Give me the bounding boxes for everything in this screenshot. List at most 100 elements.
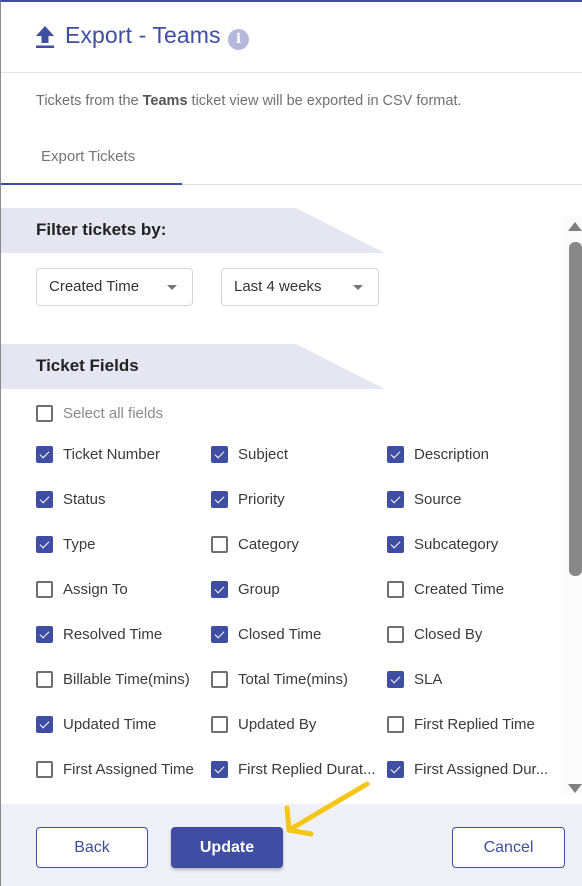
cancel-button[interactable]: Cancel — [452, 827, 565, 868]
scroll-down-arrow-icon[interactable] — [568, 784, 582, 793]
dialog-title: Export - Teams — [65, 22, 221, 48]
field-checkbox-label: SLA — [414, 670, 443, 688]
field-checkbox[interactable]: Billable Time(mins) — [36, 669, 190, 689]
checkbox-icon — [387, 625, 404, 643]
checkbox-checked-icon — [211, 580, 228, 598]
checkbox-checked-icon — [36, 625, 53, 643]
field-checkbox-label: Type — [63, 535, 96, 553]
field-checkbox[interactable]: Created Time — [387, 579, 504, 599]
field-checkbox[interactable]: Updated By — [211, 714, 316, 734]
checkbox-checked-icon — [387, 445, 404, 463]
checkbox-icon — [36, 404, 53, 422]
field-checkbox[interactable]: Priority — [211, 489, 285, 509]
ticket-fields-heading: Ticket Fields — [36, 356, 139, 375]
field-checkbox-label: Closed Time — [238, 625, 322, 643]
checkbox-checked-icon — [387, 760, 404, 778]
field-checkbox-label: Created Time — [414, 580, 505, 598]
chevron-down-icon — [167, 285, 177, 290]
tab-bar: Export Tickets — [1, 136, 582, 185]
scroll-up-arrow-icon[interactable] — [568, 222, 582, 231]
filter-range-select[interactable]: Last 4 weeks — [221, 268, 379, 306]
field-checkbox-label: Description — [414, 445, 490, 463]
checkbox-icon — [36, 580, 53, 598]
export-dialog: Export - Teams i Tickets from the Teams … — [0, 0, 582, 886]
field-checkbox[interactable]: Closed Time — [211, 624, 321, 644]
checkbox-checked-icon — [387, 535, 404, 553]
field-checkbox[interactable]: First Assigned Time — [36, 759, 194, 779]
field-checkbox[interactable]: Resolved Time — [36, 624, 162, 644]
view-name: Teams — [142, 93, 188, 109]
field-checkbox-label: Source — [414, 490, 462, 508]
field-checkbox[interactable]: Category — [211, 534, 299, 554]
select-all-checkbox[interactable]: Select all fields — [36, 403, 163, 423]
field-checkbox-label: First Assigned Dur... — [414, 760, 549, 778]
field-checkbox[interactable]: Closed By — [387, 624, 482, 644]
checkbox-icon — [211, 535, 228, 553]
checkbox-checked-icon — [387, 490, 404, 508]
field-checkbox-label: Category — [238, 535, 299, 553]
checkbox-checked-icon — [36, 445, 53, 463]
field-checkbox-label: Resolved Time — [63, 625, 163, 643]
field-checkbox-label: Updated By — [238, 715, 317, 733]
field-checkbox[interactable]: Subcategory — [387, 534, 498, 554]
field-checkbox[interactable]: Group — [211, 579, 280, 599]
field-checkbox-label: Group — [238, 580, 280, 598]
field-checkbox-label: First Replied Time — [414, 715, 535, 733]
field-checkbox[interactable]: Total Time(mins) — [211, 669, 348, 689]
field-checkbox-label: Updated Time — [63, 715, 157, 733]
field-checkbox-label: Assign To — [63, 580, 128, 598]
field-checkbox-label: Subcategory — [414, 535, 499, 553]
scrollbar-thumb[interactable] — [569, 242, 582, 576]
checkbox-icon — [387, 715, 404, 733]
upload-icon — [36, 26, 54, 48]
info-icon[interactable]: i — [228, 29, 249, 50]
field-checkbox[interactable]: Assign To — [36, 579, 128, 599]
export-description: Tickets from the Teams ticket view will … — [36, 93, 462, 109]
field-checkbox-label: First Replied Durat... — [238, 760, 376, 778]
field-checkbox[interactable]: Source — [387, 489, 462, 509]
field-checkbox[interactable]: Status — [36, 489, 106, 509]
field-checkbox[interactable]: Ticket Number — [36, 444, 160, 464]
checkbox-icon — [36, 760, 53, 778]
field-checkbox[interactable]: First Replied Durat... — [211, 759, 376, 779]
chevron-down-icon — [353, 285, 363, 290]
field-checkbox-label: Billable Time(mins) — [63, 670, 190, 688]
field-checkbox[interactable]: Subject — [211, 444, 288, 464]
field-checkbox-label: Closed By — [414, 625, 483, 643]
field-checkbox-label: Ticket Number — [63, 445, 160, 463]
back-button[interactable]: Back — [36, 827, 148, 868]
ticket-fields-section-header: Ticket Fields — [1, 344, 385, 389]
vertical-scrollbar[interactable] — [563, 216, 582, 796]
field-checkbox[interactable]: SLA — [387, 669, 442, 689]
dialog-footer: Back Update Cancel — [1, 804, 582, 886]
update-button[interactable]: Update — [171, 827, 283, 868]
checkbox-checked-icon — [387, 670, 404, 688]
checkbox-checked-icon — [211, 445, 228, 463]
field-checkbox[interactable]: Updated Time — [36, 714, 156, 734]
filter-section-header: Filter tickets by: — [1, 208, 385, 253]
tab-export-tickets[interactable]: Export Tickets — [1, 136, 182, 185]
field-checkbox-label: Total Time(mins) — [238, 670, 349, 688]
field-checkbox-label: Priority — [238, 490, 285, 508]
checkbox-checked-icon — [36, 535, 53, 553]
checkbox-checked-icon — [211, 490, 228, 508]
checkbox-icon — [36, 670, 53, 688]
filter-field-select[interactable]: Created Time — [36, 268, 193, 306]
filter-heading: Filter tickets by: — [36, 220, 167, 239]
field-checkbox[interactable]: Description — [387, 444, 489, 464]
field-checkbox-label: Status — [63, 490, 106, 508]
checkbox-checked-icon — [211, 760, 228, 778]
dialog-header: Export - Teams i — [1, 2, 582, 73]
checkbox-icon — [211, 715, 228, 733]
checkbox-checked-icon — [36, 715, 53, 733]
export-form-scroll-area: Filter tickets by: Created Time Last 4 w… — [1, 186, 582, 804]
field-checkbox[interactable]: First Assigned Dur... — [387, 759, 548, 779]
field-checkbox[interactable]: First Replied Time — [387, 714, 535, 734]
field-checkbox-label: Subject — [238, 445, 289, 463]
checkbox-checked-icon — [211, 625, 228, 643]
field-checkbox-label: First Assigned Time — [63, 760, 194, 778]
field-checkbox[interactable]: Type — [36, 534, 96, 554]
checkbox-checked-icon — [36, 490, 53, 508]
checkbox-icon — [211, 670, 228, 688]
checkbox-icon — [387, 580, 404, 598]
